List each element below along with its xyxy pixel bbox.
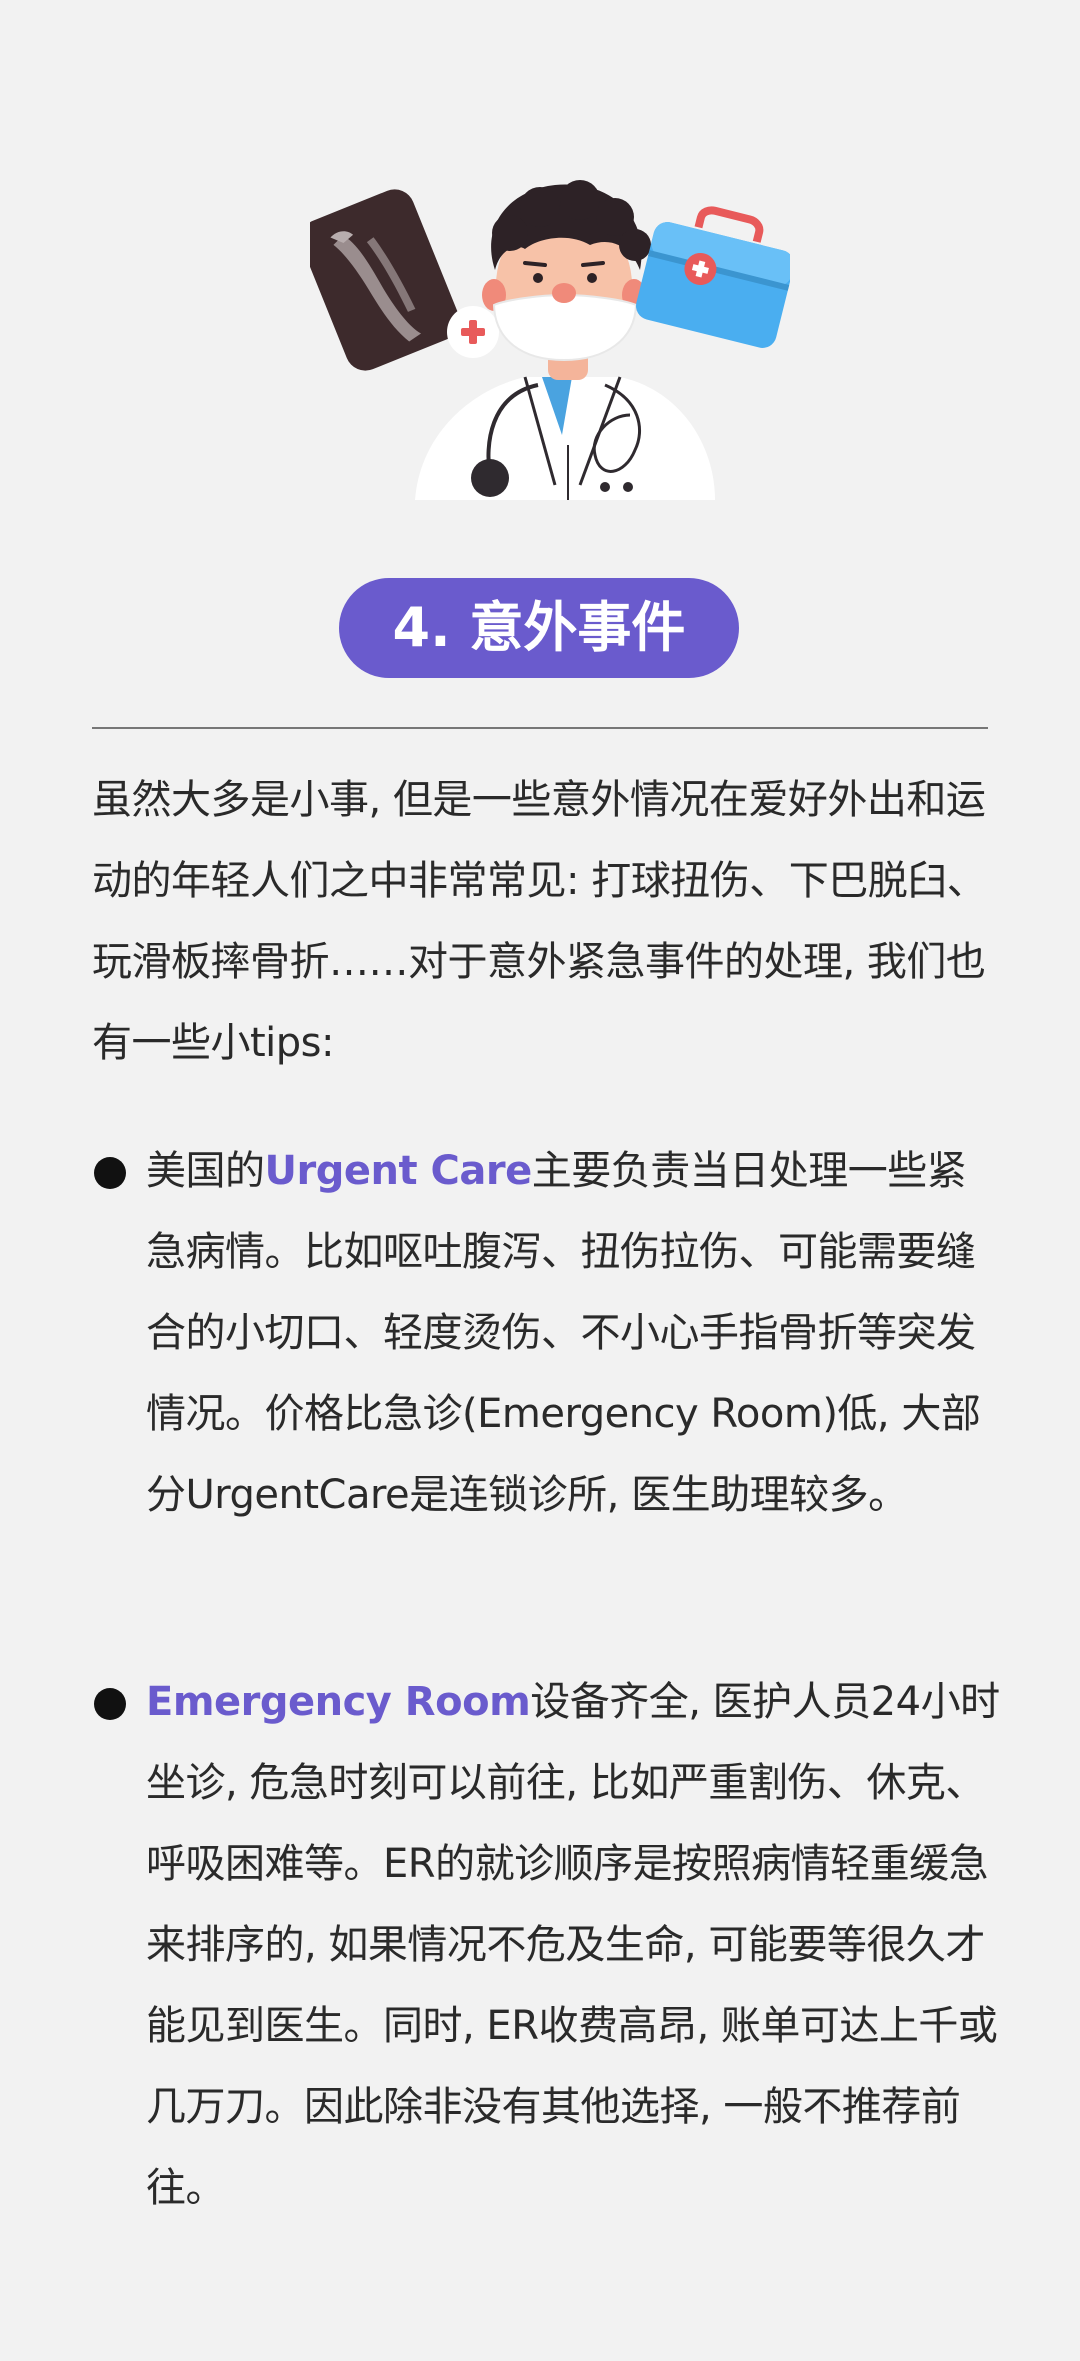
doctor-illustration	[300, 145, 794, 515]
medical-cross-icon	[447, 306, 499, 358]
bullet-prefix: 美国的	[146, 1148, 265, 1194]
bullet-body: 主要负责当日处理一些紧急病情。比如呕吐腹泻、扭伤拉伤、可能需要缝合的小切口、轻度…	[146, 1148, 981, 1518]
xray-film-icon	[300, 189, 460, 371]
divider	[92, 727, 988, 729]
intro-paragraph: 虽然大多是小事, 但是一些意外情况在爱好外出和运动的年轻人们之中非常常见: 打球…	[92, 777, 987, 1066]
bullet-highlight: Emergency Room	[146, 1679, 531, 1725]
first-aid-kit-icon	[636, 206, 794, 348]
bullet-body: 设备齐全, 医护人员24小时坐诊, 危急时刻可以前往, 比如严重割伤、休克、呼吸…	[146, 1679, 1000, 2211]
bullet-dot-icon	[94, 1157, 126, 1189]
bullet-highlight: Urgent Care	[264, 1148, 533, 1194]
bullet-text: 美国的Urgent Care主要负责当日处理一些紧急病情。比如呕吐腹泻、扭伤拉伤…	[146, 1131, 1002, 1536]
section-title: 4. 意外事件	[339, 578, 739, 678]
bullet-dot-icon	[94, 1688, 126, 1720]
bullet-item-urgent-care: 美国的Urgent Care主要负责当日处理一些紧急病情。比如呕吐腹泻、扭伤拉伤…	[92, 1131, 1002, 1536]
bullet-item-emergency-room: Emergency Room设备齐全, 医护人员24小时坐诊, 危急时刻可以前往…	[92, 1662, 1002, 2229]
bullet-text: Emergency Room设备齐全, 医护人员24小时坐诊, 危急时刻可以前往…	[146, 1662, 1002, 2229]
